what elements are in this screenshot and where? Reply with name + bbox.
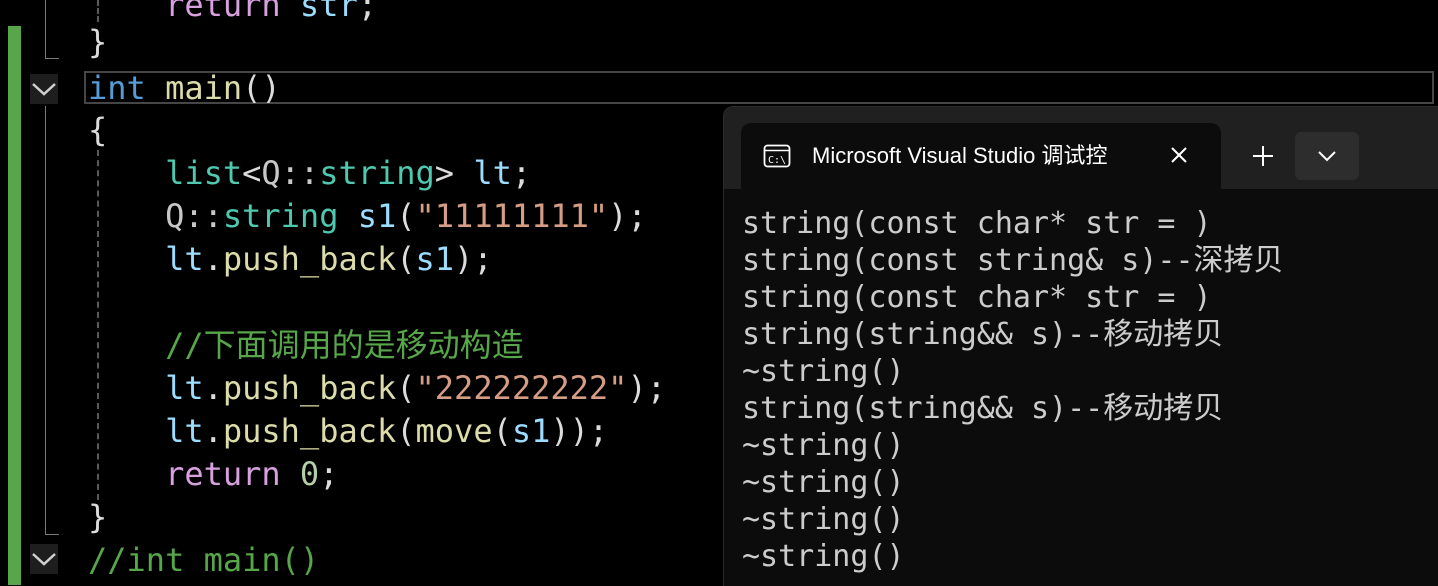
close-icon[interactable] [1169, 145, 1189, 165]
code-line: //下面调用的是移动构造 [165, 326, 524, 364]
output-line: string(const string& s)--深拷贝 [742, 243, 1284, 278]
tab-bar: C:\ Microsoft Visual Studio 调试控 [724, 107, 1438, 189]
code-line: } [88, 498, 108, 536]
console-output[interactable]: string(const char* str = ) string(const … [742, 205, 1284, 575]
output-line: string(const char* str = ) [742, 206, 1212, 241]
output-line: string(const char* str = ) [742, 280, 1212, 315]
tab-title: Microsoft Visual Studio 调试控 [812, 143, 1108, 168]
plus-icon[interactable] [1251, 144, 1275, 168]
svg-text:C:\: C:\ [768, 155, 786, 166]
debug-console-window[interactable]: C:\ Microsoft Visual Studio 调试控 string(c… [723, 106, 1438, 586]
code-line: { [88, 111, 108, 149]
code-line: //int main() [88, 541, 320, 579]
outline-end-marker [45, 534, 59, 535]
current-line-highlight [84, 71, 1434, 104]
output-line: ~string() [742, 465, 905, 500]
chevron-down-icon [32, 83, 56, 96]
outline-line [45, 106, 46, 534]
output-line: string(string&& s)--移动拷贝 [742, 317, 1224, 352]
output-line: string(string&& s)--移动拷贝 [742, 391, 1224, 426]
chevron-down-icon [32, 553, 56, 566]
output-line: ~string() [742, 354, 905, 389]
collapse-comment-button[interactable] [30, 544, 58, 574]
output-line: ~string() [742, 502, 905, 537]
code-line: lt.push_back(move(s1)); [165, 412, 609, 450]
code-line: Q::string s1("11111111"); [165, 197, 647, 235]
output-line: ~string() [742, 428, 905, 463]
collapse-main-button[interactable] [30, 74, 58, 104]
outline-end-marker [45, 58, 59, 59]
code-line: list<Q::string> lt; [165, 154, 532, 192]
code-line: } [88, 23, 108, 61]
code-line: return str; [165, 0, 377, 24]
chevron-down-icon [1318, 151, 1336, 162]
outline-line [45, 0, 46, 58]
console-tab[interactable]: C:\ Microsoft Visual Studio 调试控 [741, 123, 1221, 189]
code-line: lt.push_back("222222222"); [165, 369, 666, 407]
code-line: lt.push_back(s1); [165, 240, 493, 278]
console-icon: C:\ [763, 144, 791, 168]
tab-dropdown-button[interactable] [1295, 132, 1359, 180]
change-tracking-bar [8, 26, 21, 585]
output-line: ~string() [742, 539, 905, 574]
code-line: return 0; [165, 455, 339, 493]
code-line: int main() [88, 69, 281, 107]
